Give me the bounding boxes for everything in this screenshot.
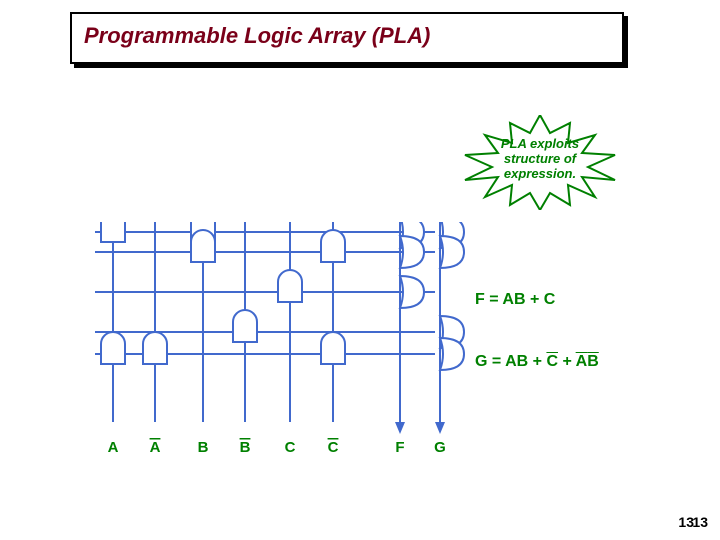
burst-line1: PLA exploits [501, 136, 579, 151]
title-box: Programmable Logic Array (PLA) [70, 12, 624, 64]
burst-line3: expression. [504, 166, 576, 181]
burst-line2: structure of [504, 151, 576, 166]
callout-burst: PLA exploits structure of expression. [460, 115, 620, 210]
output-arrows [395, 422, 445, 434]
label-Bbar: B [240, 439, 251, 456]
slide-number: 13 [692, 514, 708, 530]
burst-caption: PLA exploits structure of expression. [460, 115, 620, 182]
g-plus: + [558, 353, 576, 370]
label-Cbar: C [328, 439, 339, 456]
label-F: F [395, 439, 404, 456]
column-labels: A A B B C C F G [108, 439, 446, 456]
label-B: B [198, 439, 209, 456]
pla-diagram: A A B B C C F G [95, 222, 565, 472]
or-gates [400, 222, 464, 370]
pla-svg: A A B B C C F G [95, 222, 565, 472]
g-cbar: C [546, 353, 558, 370]
g-abar: A [576, 353, 588, 370]
output-equation-f: F = AB + C [475, 291, 555, 309]
label-C: C [285, 439, 296, 456]
label-A: A [108, 439, 119, 456]
label-Abar: A [150, 439, 161, 456]
output-equation-g: G = AB + C + AB [475, 353, 599, 371]
g-prefix: G = AB + [475, 353, 546, 370]
page-title: Programmable Logic Array (PLA) [72, 14, 622, 58]
g-bbar: B [587, 353, 599, 370]
label-G: G [434, 439, 446, 456]
